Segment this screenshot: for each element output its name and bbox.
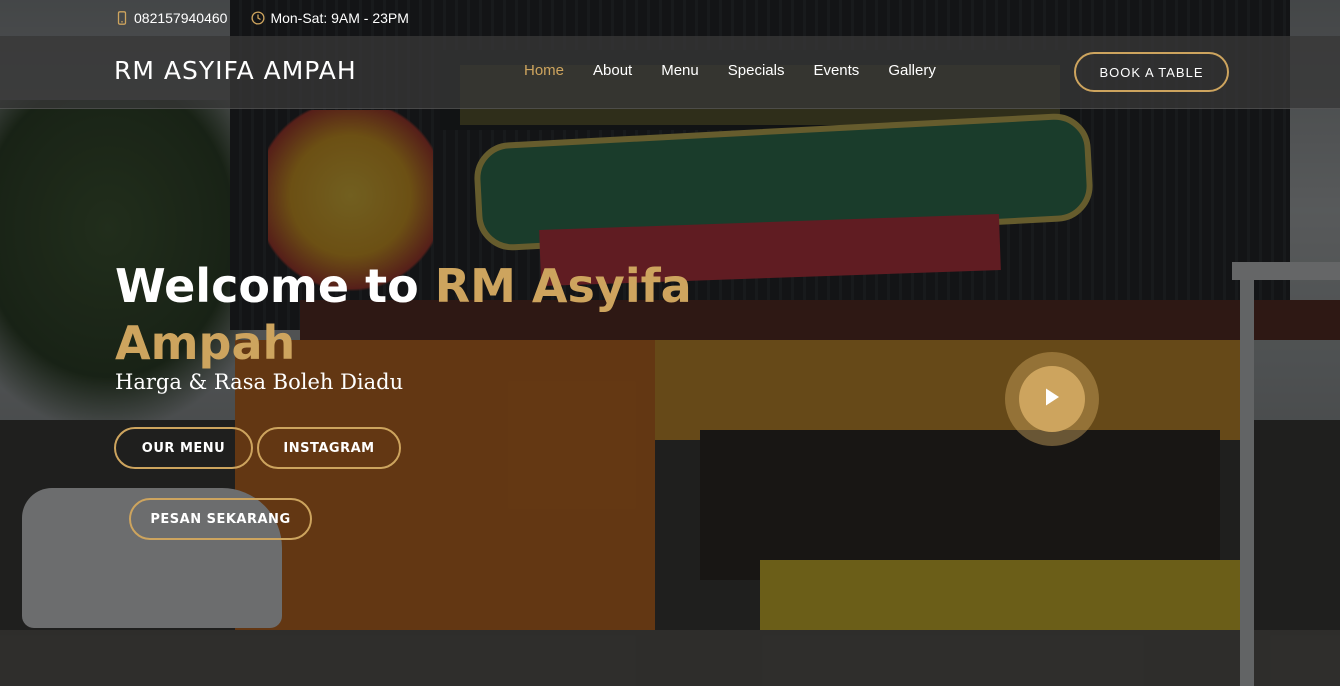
site-header: RM ASYIFA AMPAH Home About Menu Specials… (0, 36, 1340, 109)
hours-info: Mon-Sat: 9AM - 23PM (251, 10, 409, 26)
top-info-bar: 082157940460 Mon-Sat: 9AM - 23PM (0, 0, 1340, 36)
nav-item-menu[interactable]: Menu (661, 62, 699, 79)
opening-hours: Mon-Sat: 9AM - 23PM (270, 10, 409, 26)
instagram-button[interactable]: INSTAGRAM (257, 427, 401, 469)
hero-title: Welcome to RM Asyifa Ampah (115, 258, 735, 372)
order-now-button[interactable]: PESAN SEKARANG (129, 498, 312, 540)
nav-item-events[interactable]: Events (813, 62, 859, 79)
hero-section: 082157940460 Mon-Sat: 9AM - 23PM RM ASYI… (0, 0, 1340, 686)
nav-item-gallery[interactable]: Gallery (888, 62, 936, 79)
hero-subtitle: Harga & Rasa Boleh Diadu (115, 370, 404, 394)
hero-title-prefix: Welcome to (115, 259, 435, 313)
clock-icon (251, 11, 265, 25)
phone-info[interactable]: 082157940460 (115, 10, 227, 26)
nav-item-about[interactable]: About (593, 62, 632, 79)
play-button-inner[interactable] (1019, 366, 1085, 432)
nav-item-home[interactable]: Home (524, 62, 564, 79)
site-logo[interactable]: RM ASYIFA AMPAH (114, 56, 357, 85)
book-table-button[interactable]: BOOK A TABLE (1074, 52, 1229, 92)
phone-number: 082157940460 (134, 10, 228, 26)
play-icon (1043, 387, 1061, 411)
our-menu-button[interactable]: OUR MENU (114, 427, 253, 469)
play-video-button[interactable] (1005, 352, 1099, 446)
nav-item-specials[interactable]: Specials (728, 62, 785, 79)
phone-icon (115, 11, 129, 25)
main-nav: Home About Menu Specials Events Gallery (524, 62, 965, 79)
